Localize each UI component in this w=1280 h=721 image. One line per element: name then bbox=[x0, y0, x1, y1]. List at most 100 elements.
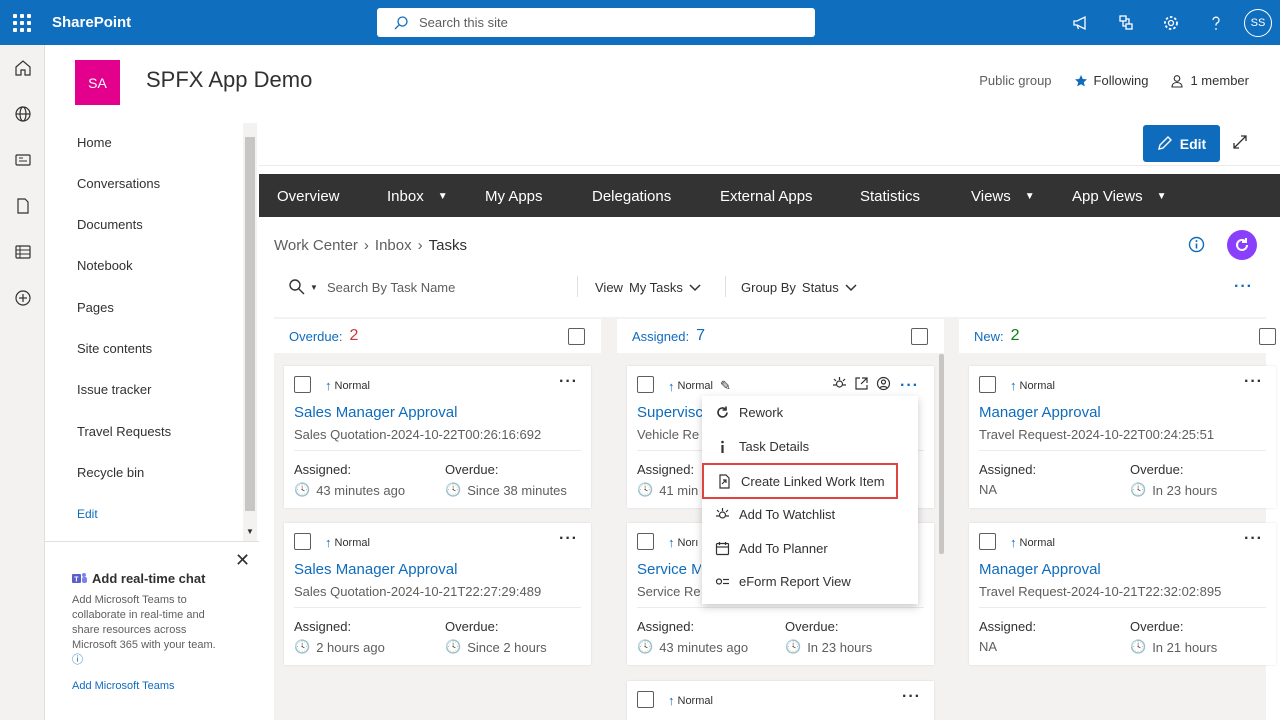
nav-item-recycle-bin[interactable]: Recycle bin bbox=[77, 465, 144, 480]
card-title[interactable]: Sales Manager Approval bbox=[294, 404, 457, 421]
column-select-checkbox[interactable] bbox=[1259, 328, 1276, 345]
brand-name[interactable]: SharePoint bbox=[52, 14, 131, 31]
nav-item-travel-requests[interactable]: Travel Requests bbox=[77, 424, 171, 439]
menu-item-add-to-watchlist[interactable]: Add To Watchlist bbox=[702, 498, 918, 530]
task-card[interactable]: ↑ Normal ··· Sales Manager Approval Sales… bbox=[284, 366, 591, 508]
card-checkbox[interactable] bbox=[637, 376, 654, 393]
menu-item-add-to-planner[interactable]: Add To Planner bbox=[702, 532, 918, 564]
follow-button[interactable]: Following bbox=[1074, 73, 1148, 88]
column-header: New: 2 bbox=[959, 319, 1280, 353]
scroll-down-arrow-icon[interactable]: ▼ bbox=[246, 527, 254, 536]
chevron-down-icon bbox=[689, 283, 701, 291]
news-icon[interactable] bbox=[0, 137, 45, 183]
card-more-icon[interactable]: ··· bbox=[902, 688, 921, 706]
clock-icon: 🕓 bbox=[294, 639, 311, 654]
group-by-value: Status bbox=[801, 280, 839, 295]
site-search-box[interactable]: Search this site bbox=[377, 8, 815, 37]
nav-item-notebook[interactable]: Notebook bbox=[77, 258, 133, 273]
view-filter[interactable]: View My Tasks bbox=[595, 280, 701, 295]
sharing-icon[interactable] bbox=[1103, 0, 1148, 45]
card-title[interactable]: Manager Approval bbox=[979, 561, 1101, 578]
card-title[interactable]: Sales Manager Approval bbox=[294, 561, 457, 578]
suite-bar: SharePoint Search this site SS bbox=[0, 0, 1280, 45]
document-icon[interactable] bbox=[0, 183, 45, 229]
help-icon[interactable] bbox=[1193, 0, 1238, 45]
menu-external-apps[interactable]: External Apps bbox=[720, 188, 813, 205]
task-card[interactable]: ↑ Normal ··· Manager Approval Travel Requ… bbox=[969, 523, 1276, 665]
open-external-icon[interactable] bbox=[854, 376, 869, 396]
members-label: 1 member bbox=[1190, 73, 1249, 88]
user-avatar[interactable]: SS bbox=[1244, 8, 1272, 37]
add-circle-icon[interactable] bbox=[0, 275, 45, 321]
task-card[interactable]: ↑ Normal ··· Manager Approval Travel Requ… bbox=[969, 366, 1276, 508]
gear-icon[interactable] bbox=[1148, 0, 1193, 45]
card-more-icon[interactable]: ··· bbox=[1244, 530, 1263, 548]
home-icon[interactable] bbox=[0, 45, 45, 91]
menu-item-rework[interactable]: Rework bbox=[702, 396, 918, 428]
overdue-label: Overdue: bbox=[445, 619, 499, 634]
refresh-icon[interactable] bbox=[1227, 230, 1257, 260]
card-checkbox[interactable] bbox=[294, 533, 311, 550]
menu-item-task-details[interactable]: Task Details bbox=[702, 430, 918, 462]
nav-item-issue-tracker[interactable]: Issue tracker bbox=[77, 382, 151, 397]
arrow-up-icon: ↑ bbox=[325, 535, 332, 550]
add-teams-link[interactable]: Add Microsoft Teams bbox=[72, 680, 175, 692]
menu-views[interactable]: Views ▼ bbox=[971, 188, 1035, 205]
site-title[interactable]: SPFX App Demo bbox=[146, 67, 312, 93]
pencil-icon[interactable]: ✎ bbox=[720, 378, 731, 394]
card-more-icon[interactable]: ··· bbox=[559, 530, 578, 548]
menu-inbox[interactable]: Inbox ▼ bbox=[387, 188, 448, 205]
menu-overview[interactable]: Overview bbox=[277, 188, 340, 205]
site-logo[interactable]: SA bbox=[75, 60, 120, 105]
card-checkbox[interactable] bbox=[979, 376, 996, 393]
nav-item-site-contents[interactable]: Site contents bbox=[77, 341, 152, 356]
info-icon[interactable] bbox=[1188, 236, 1205, 258]
watch-icon[interactable] bbox=[832, 376, 847, 396]
menu-item-eform-report-view[interactable]: eForm Report View bbox=[702, 565, 918, 597]
nav-scrollbar-thumb[interactable] bbox=[245, 137, 255, 511]
nav-scrollbar[interactable]: ▼ bbox=[243, 123, 257, 541]
menu-app-views[interactable]: App Views ▼ bbox=[1072, 188, 1167, 205]
menu-item-create-linked-work-item[interactable]: Create Linked Work Item bbox=[702, 463, 898, 499]
close-icon[interactable]: ✕ bbox=[235, 550, 250, 571]
card-checkbox[interactable] bbox=[637, 691, 654, 708]
info-icon[interactable]: ⓘ bbox=[72, 654, 83, 666]
card-checkbox[interactable] bbox=[294, 376, 311, 393]
column-scrollbar[interactable] bbox=[939, 354, 944, 554]
breadcrumb-inbox[interactable]: Inbox bbox=[375, 237, 412, 254]
task-card[interactable]: ↑ Normal ··· Sales Manager Approval Sales… bbox=[284, 523, 591, 665]
nav-item-pages[interactable]: Pages bbox=[77, 300, 114, 315]
expand-icon[interactable] bbox=[1231, 133, 1249, 156]
nav-item-home[interactable]: Home bbox=[77, 135, 112, 150]
nav-item-documents[interactable]: Documents bbox=[77, 217, 143, 232]
megaphone-icon[interactable] bbox=[1058, 0, 1103, 45]
card-more-icon[interactable]: ··· bbox=[559, 373, 578, 391]
card-divider bbox=[294, 450, 581, 451]
menu-statistics[interactable]: Statistics bbox=[860, 188, 920, 205]
card-title[interactable]: Service M bbox=[637, 561, 701, 578]
card-more-icon[interactable]: ··· bbox=[1244, 373, 1263, 391]
group-by-filter[interactable]: Group By Status bbox=[741, 280, 857, 295]
list-icon[interactable] bbox=[0, 229, 45, 275]
card-more-icon[interactable]: ··· bbox=[900, 377, 919, 395]
column-select-checkbox[interactable] bbox=[568, 328, 585, 345]
menu-my-apps[interactable]: My Apps bbox=[485, 188, 543, 205]
menu-delegations[interactable]: Delegations bbox=[592, 188, 671, 205]
card-title[interactable]: Supervisc bbox=[637, 404, 707, 421]
card-title[interactable]: Manager Approval bbox=[979, 404, 1101, 421]
task-search-input[interactable]: Search By Task Name bbox=[327, 280, 455, 295]
globe-icon[interactable] bbox=[0, 91, 45, 137]
card-checkbox[interactable] bbox=[979, 533, 996, 550]
card-checkbox[interactable] bbox=[637, 533, 654, 550]
column-select-checkbox[interactable] bbox=[911, 328, 928, 345]
members-button[interactable]: 1 member bbox=[1170, 73, 1249, 88]
nav-edit-link[interactable]: Edit bbox=[77, 507, 98, 521]
breadcrumb-work-center[interactable]: Work Center bbox=[274, 237, 358, 254]
task-card[interactable]: ↑ Normal ··· bbox=[627, 681, 934, 721]
task-search-dropdown[interactable]: ▼ bbox=[288, 278, 318, 296]
nav-item-conversations[interactable]: Conversations bbox=[77, 176, 160, 191]
more-options-icon[interactable]: ··· bbox=[1234, 278, 1253, 296]
app-launcher-icon[interactable] bbox=[13, 14, 31, 32]
edit-page-button[interactable]: Edit bbox=[1143, 125, 1220, 162]
assign-user-icon[interactable] bbox=[876, 376, 891, 396]
